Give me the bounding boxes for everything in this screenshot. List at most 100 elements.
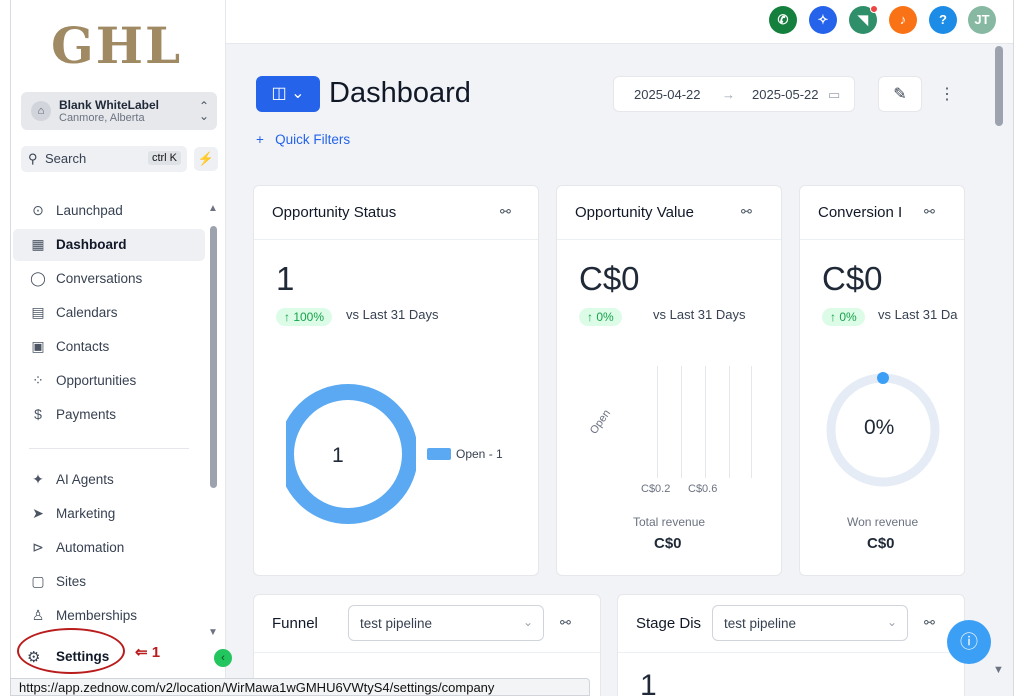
card-header: Opportunity Value ⚯ [557,186,781,240]
footer-value: C$0 [654,535,682,552]
filter-settings-icon[interactable]: ⚯ [741,204,752,220]
axis-tick: C$0.6 [688,483,718,495]
account-location: Canmore, Alberta [59,112,145,124]
sidebar-item-opportunities[interactable]: ⁘ Opportunities [13,365,205,397]
opportunity-status-card: Opportunity Status ⚯ 1 ↑ 100% vs Last 31… [253,185,539,576]
help-button[interactable]: ? [929,6,957,34]
card-header: Conversion I ⚯ [800,186,964,240]
sidebar-item-label: Memberships [56,608,138,623]
sparkle-icon: ✦ [32,471,44,487]
more-options-icon[interactable]: ⋮ [939,84,955,104]
brand-logo: GHL [51,16,183,75]
gauge-indicator [877,372,889,384]
sidebar-item-calendars[interactable]: ▤ Calendars [13,297,205,329]
browser-status-url: https://app.zednow.com/v2/location/WirMa… [10,678,590,696]
sidebar-item-label: Marketing [56,506,116,521]
magic-wand-icon: ✧ [817,12,829,27]
gridline [657,366,658,478]
sidebar-item-automation[interactable]: ⊳ Automation [13,532,205,564]
avatar: JT [974,12,990,27]
search-input[interactable]: ⚲ Search ctrl K [21,146,187,172]
collapse-sidebar-button[interactable]: ‹ [214,649,232,667]
date-end: 2025-05-22 [752,87,819,102]
launch-button[interactable]: ✧ [809,6,837,34]
date-range-picker[interactable]: 2025-04-22 → 2025-05-22 ▭ [613,76,855,112]
question-icon: ? [939,12,947,27]
sidebar-item-ai-agents[interactable]: ✦ AI Agents [13,464,205,496]
comparison-label: vs Last 31 Days [653,307,746,322]
sidebar-divider [29,448,189,449]
scroll-down-arrow[interactable]: ▼ [208,627,218,638]
plus-icon: + [256,132,264,147]
sidebar-item-dashboard[interactable]: ▦ Dashboard [13,229,205,261]
announcements-button[interactable]: ◥ [849,5,878,34]
chevron-left-icon: ‹ [221,652,225,664]
search-shortcut: ctrl K [147,151,181,165]
sidebar-item-settings[interactable]: ⚙ Settings [15,640,120,674]
quick-action-button[interactable]: ⚡ [194,147,218,171]
sidebar-item-label: Opportunities [56,373,137,388]
donut-slice-open [278,384,416,524]
sidebar-item-label: Settings [56,649,110,664]
scroll-down-arrow[interactable]: ▼ [993,664,1004,676]
calendar-icon: ▤ [31,304,45,320]
sidebar-item-payments[interactable]: $ Payments [13,399,205,431]
comparison-label: vs Last 31 Days [346,307,439,322]
filter-settings-icon[interactable]: ⚯ [924,615,935,631]
bar-chart-grid [657,366,757,478]
search-placeholder: Search [45,151,87,166]
gridline [729,366,730,478]
sidebar-item-conversations[interactable]: ◯ Conversations [13,263,205,295]
sidebar-item-launchpad[interactable]: ⊙ Launchpad [13,195,205,227]
sidebar: GHL ⌂ Blank WhiteLabel Canmore, Alberta … [11,0,232,696]
card-header: Funnel test pipeline ⌄ ⚯ [254,595,600,653]
sidebar-item-sites[interactable]: ▢ Sites [13,566,205,598]
user-avatar[interactable]: JT [968,6,996,34]
quick-filters-button[interactable]: + Quick Filters [256,132,350,147]
dashboard-switcher-button[interactable]: ◫ ⌄ [256,76,320,112]
scroll-up-arrow[interactable]: ▲ [208,203,218,214]
filter-settings-icon[interactable]: ⚯ [560,615,571,631]
filter-settings-icon[interactable]: ⚯ [500,204,511,220]
grid-icon: ▦ [31,236,45,252]
sidebar-item-memberships[interactable]: ♙ Memberships [13,600,205,632]
sidebar-item-label: Launchpad [56,203,123,218]
legend-label: Open - 1 [456,447,503,461]
main-scrollbar[interactable] [995,46,1003,126]
pipeline-select[interactable]: test pipeline ⌄ [712,605,908,641]
automation-icon: ⊳ [32,539,44,555]
chat-info-icon: ⓘ [960,632,978,652]
axis-tick: C$0.2 [641,483,671,495]
pencil-icon: ✎ [893,86,907,103]
category-label: Open [587,407,614,437]
sidebar-item-contacts[interactable]: ▣ Contacts [13,331,205,363]
metric-value: C$0 [579,260,640,297]
notifications-button[interactable]: ♪ [889,6,917,34]
account-name: Blank WhiteLabel [59,98,160,112]
sidebar-item-label: Sites [56,574,87,589]
change-badge: ↑ 0% [822,308,865,326]
calendar-icon: ▭ [828,87,841,102]
footer-label: Total revenue [633,515,706,529]
date-start: 2025-04-22 [634,87,701,102]
account-switcher[interactable]: ⌂ Blank WhiteLabel Canmore, Alberta ⌃ ⌄ [21,92,217,130]
metric-value: 1 [276,260,295,297]
pipeline-select-value: test pipeline [724,616,797,631]
chevron-down-icon: ⌄ [522,615,533,629]
card-header: Opportunity Status ⚯ [254,186,538,240]
stage-distribution-card: Stage Dis test pipeline ⌄ ⚯ 1 [617,594,965,696]
card-title: Opportunity Value [575,204,694,221]
support-chat-button[interactable]: ⓘ [947,620,991,664]
chevron-updown-icon: ⌃ ⌄ [198,99,209,123]
sidebar-scrollbar[interactable] [210,226,217,488]
phone-button[interactable]: ✆ [769,6,797,34]
opportunities-icon: ⁘ [32,372,44,388]
sidebar-item-marketing[interactable]: ➤ Marketing [13,498,205,530]
pipeline-select[interactable]: test pipeline ⌄ [348,605,544,641]
card-header: Stage Dis test pipeline ⌄ ⚯ [618,595,964,653]
sidebar-item-label: Dashboard [56,237,127,252]
annotation-marker: ⇐ 1 [135,644,161,661]
sidebar-item-label: Conversations [56,271,143,286]
edit-dashboard-button[interactable]: ✎ [878,76,922,112]
filter-settings-icon[interactable]: ⚯ [924,204,935,220]
